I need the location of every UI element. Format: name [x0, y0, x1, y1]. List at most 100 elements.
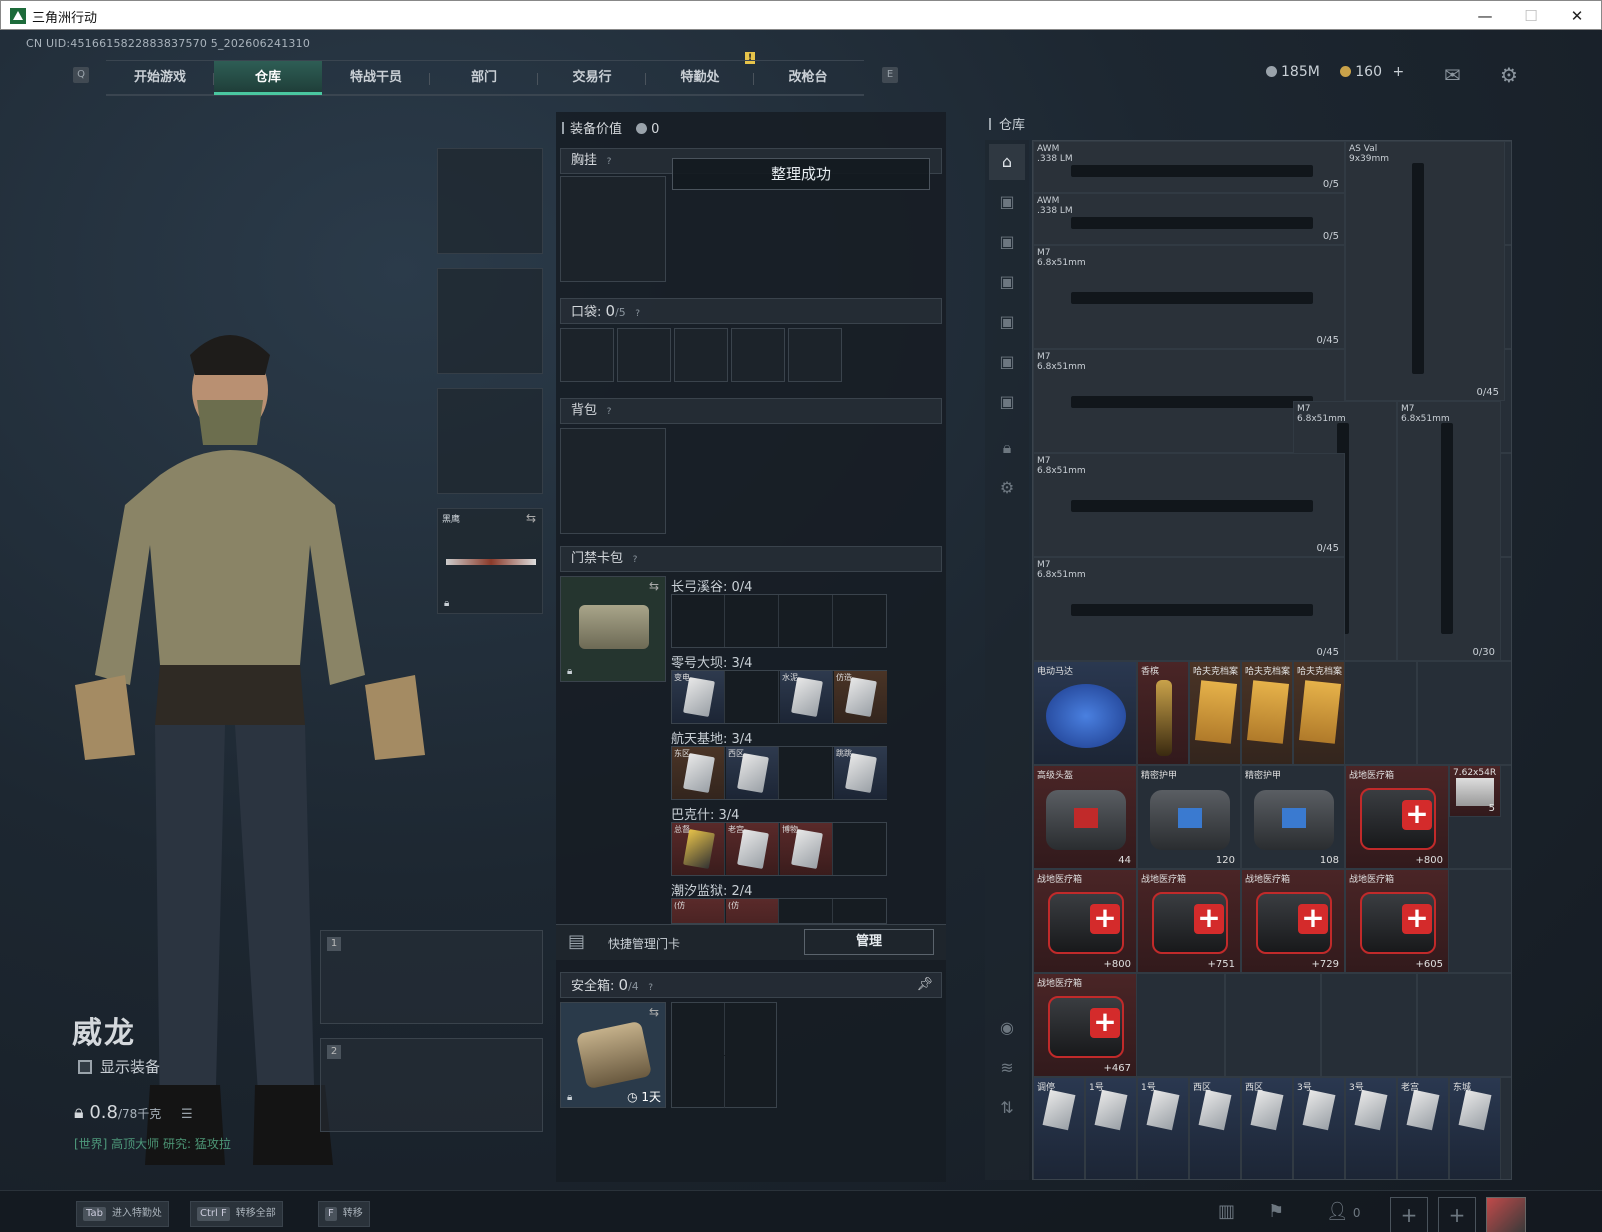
armor-slot[interactable]: [437, 268, 543, 374]
weapon-item[interactable]: AWM .338 LM 0/5: [1033, 141, 1345, 193]
stash-cell[interactable]: [1225, 973, 1321, 1077]
primary-weapon-slot[interactable]: 1: [320, 930, 543, 1024]
stash-item[interactable]: 精密护甲 120: [1137, 765, 1241, 869]
stash-tab-icon[interactable]: ▣: [989, 384, 1025, 420]
stash-tab-icon[interactable]: ▣: [989, 264, 1025, 300]
map-card-grid[interactable]: 总督 老宫 博物: [671, 822, 887, 876]
keycard-item[interactable]: 东城: [1449, 1077, 1501, 1179]
stash-tab-icon[interactable]: ▣: [989, 344, 1025, 380]
maximize-button[interactable]: ☐: [1509, 3, 1553, 29]
stash-cell[interactable]: [1417, 661, 1511, 765]
pocket-slot[interactable]: [617, 328, 671, 382]
stash-item[interactable]: 7.62x54R 5: [1449, 765, 1501, 817]
list-icon[interactable]: ☰: [181, 1107, 193, 1122]
show-equipment-toggle[interactable]: 显示装备: [78, 1056, 160, 1077]
help-icon[interactable]: ?: [603, 156, 615, 168]
flag-icon[interactable]: ⚑: [1268, 1201, 1284, 1222]
stats-icon[interactable]: ▥: [1218, 1201, 1235, 1222]
keycard-item[interactable]: 3号: [1345, 1077, 1397, 1179]
swap-icon[interactable]: ⇆: [649, 1005, 659, 1019]
stash-tab-icon[interactable]: ▣: [989, 224, 1025, 260]
stash-item[interactable]: 精密护甲 108: [1241, 765, 1345, 869]
profile-icon[interactable]: ◉: [989, 1010, 1025, 1046]
checkbox[interactable]: [78, 1060, 92, 1074]
minimize-button[interactable]: —: [1463, 3, 1507, 29]
lock-icon[interactable]: 🔒︎: [989, 430, 1025, 466]
stash-item[interactable]: 哈夫克档案: [1189, 661, 1241, 765]
stash-tab-icon[interactable]: ▣: [989, 184, 1025, 220]
keycard-item[interactable]: 老宫: [1397, 1077, 1449, 1179]
stash-item[interactable]: 战地医疗箱 +729: [1241, 869, 1345, 973]
helmet-slot[interactable]: [437, 148, 543, 254]
swap-icon[interactable]: ⇆: [526, 511, 536, 525]
swap-icon[interactable]: ⇆: [649, 579, 659, 593]
stash-item[interactable]: 哈夫克档案: [1241, 661, 1293, 765]
tab-operators[interactable]: 特战干员: [322, 61, 430, 95]
keycard-item[interactable]: 西区: [1189, 1077, 1241, 1179]
gear-icon[interactable]: ⚙: [1500, 63, 1518, 87]
stash-item[interactable]: 战地医疗箱 +800: [1033, 869, 1137, 973]
pocket-slot[interactable]: [788, 328, 842, 382]
keycard-item[interactable]: 1号: [1137, 1077, 1189, 1179]
pocket-slot[interactable]: [731, 328, 785, 382]
nav-next-key[interactable]: E: [882, 67, 898, 83]
invite-slot-button[interactable]: +: [1438, 1197, 1476, 1232]
pistol-slot[interactable]: [437, 388, 543, 494]
invite-slot-button[interactable]: +: [1390, 1197, 1428, 1232]
stash-item[interactable]: 哈夫克档案: [1293, 661, 1345, 765]
close-button[interactable]: ✕: [1555, 3, 1599, 29]
pin-icon[interactable]: 📌︎: [916, 973, 933, 997]
stash-item[interactable]: 战地医疗箱 +800: [1345, 765, 1449, 869]
manage-button[interactable]: 管理: [804, 929, 934, 955]
gear-icon[interactable]: ⚙: [989, 470, 1025, 506]
help-icon[interactable]: ?: [629, 554, 641, 566]
stash-tab-icon[interactable]: ▣: [989, 304, 1025, 340]
help-icon[interactable]: ?: [632, 308, 644, 320]
secondary-weapon-slot[interactable]: 2: [320, 1038, 543, 1132]
friends-icon[interactable]: 👤︎ 0: [1326, 1201, 1361, 1222]
keycase-slot[interactable]: ⇆ 🔒︎: [560, 576, 666, 682]
stash-cell[interactable]: [1129, 973, 1225, 1077]
weapon-item[interactable]: M7 6.8x51mm 0/45: [1033, 557, 1345, 661]
pocket-slot[interactable]: [674, 328, 728, 382]
tab-special-ops[interactable]: 特勤处: [646, 61, 754, 95]
mail-icon[interactable]: ✉: [1444, 63, 1461, 87]
tab-warehouse[interactable]: 仓库: [214, 61, 322, 95]
melee-slot[interactable]: 黑鹰 ⇆ 🔒︎: [437, 508, 543, 614]
stash-item[interactable]: 香槟: [1137, 661, 1189, 765]
stash-cell[interactable]: [1417, 973, 1511, 1077]
sort-icon[interactable]: ⇅: [989, 1090, 1025, 1126]
stash-cell[interactable]: [1321, 973, 1417, 1077]
keycard-item[interactable]: 西区: [1241, 1077, 1293, 1179]
chest-rig-slot[interactable]: [560, 176, 666, 282]
stash-item[interactable]: 电动马达: [1033, 661, 1137, 765]
hotkey-transfer[interactable]: F 转移: [318, 1201, 370, 1227]
weapon-item[interactable]: M7 6.8x51mm 0/30: [1397, 401, 1501, 661]
keycard-item[interactable]: 调停: [1033, 1077, 1085, 1179]
weapon-item[interactable]: AS Val 9x39mm 0/45: [1345, 141, 1505, 401]
tab-trade[interactable]: 交易行: [538, 61, 646, 95]
nav-prev-key[interactable]: Q: [73, 67, 89, 83]
map-card-grid[interactable]: 变电 水泥 仿造: [671, 670, 887, 724]
tab-start-game[interactable]: 开始游戏: [106, 61, 214, 95]
stash-home-icon[interactable]: ⌂: [989, 144, 1025, 180]
weapon-item[interactable]: M7 6.8x51mm 0/45: [1033, 245, 1345, 349]
help-icon[interactable]: ?: [645, 982, 657, 994]
add-currency-button[interactable]: +: [1392, 64, 1404, 80]
hotkey-special-ops[interactable]: Tab 进入特勤处: [76, 1201, 169, 1227]
weapon-item[interactable]: M7 6.8x51mm 0/45: [1033, 453, 1345, 557]
keycard-item[interactable]: 1号: [1085, 1077, 1137, 1179]
tab-gunsmith[interactable]: 改枪台: [754, 61, 862, 95]
stash-item[interactable]: 战地医疗箱 +751: [1137, 869, 1241, 973]
help-icon[interactable]: ?: [603, 406, 615, 418]
keycard-item[interactable]: 3号: [1293, 1077, 1345, 1179]
map-card-grid[interactable]: (仿 (仿: [671, 898, 887, 924]
avatar[interactable]: [1486, 1197, 1526, 1232]
map-card-grid[interactable]: [671, 594, 887, 648]
pocket-slot[interactable]: [560, 328, 614, 382]
map-card-grid[interactable]: 东区 西区 跳跳: [671, 746, 887, 800]
backpack-slot[interactable]: [560, 428, 666, 534]
hotkey-transfer-all[interactable]: Ctrl F 转移全部: [190, 1201, 283, 1227]
layers-icon[interactable]: ≋: [989, 1050, 1025, 1086]
stash-item[interactable]: 战地医疗箱 +467: [1033, 973, 1137, 1077]
